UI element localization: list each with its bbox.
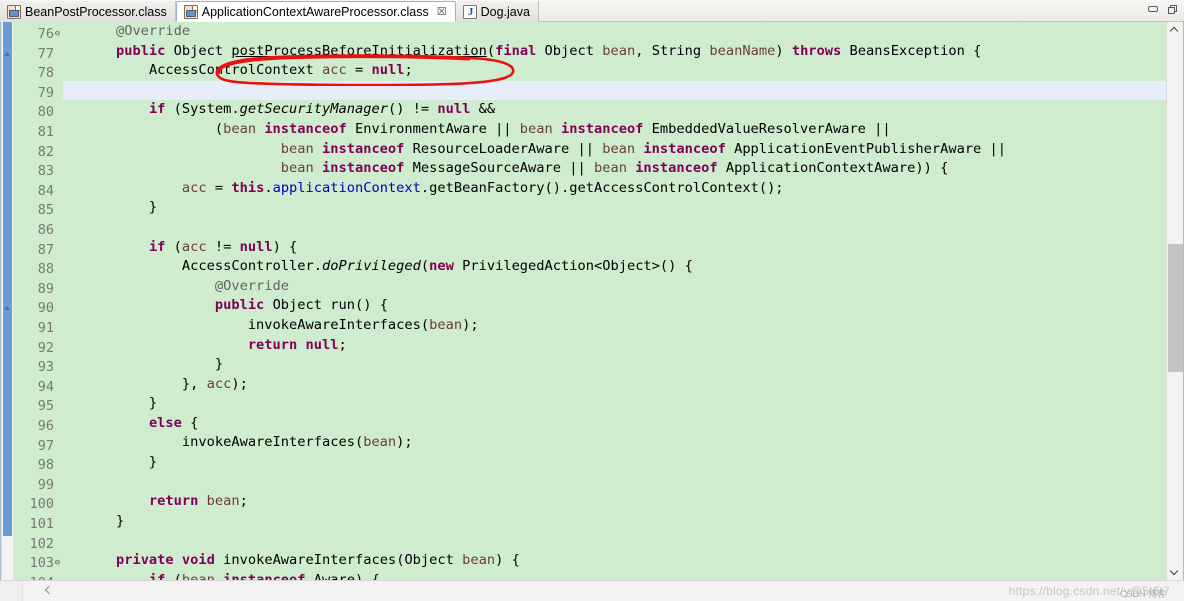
editor-tab-3[interactable]: Dog.java: [455, 1, 539, 22]
editor-tab-label: Dog.java: [480, 4, 530, 19]
line-number: 101: [29, 516, 54, 532]
change-bar: [3, 22, 12, 536]
java-class-icon: [7, 4, 21, 19]
line-number: 83: [37, 163, 54, 180]
java-class-icon: [183, 4, 198, 19]
watermark-brand: CSDN 博客: [1119, 589, 1166, 599]
java-source-icon: [462, 4, 478, 19]
scroll-left-icon[interactable]: [40, 583, 56, 599]
code-line[interactable]: if (System.getSecurityManager() != null …: [63, 100, 1183, 120]
line-number: 96: [37, 418, 54, 434]
code-line[interactable]: else {: [63, 414, 1183, 434]
code-line[interactable]: if (bean instanceof Aware) {: [63, 571, 1183, 580]
line-number: 92: [37, 339, 54, 356]
editor-tab-label: ApplicationContextAwareProcessor.class: [201, 4, 429, 19]
tab-close-icon[interactable]: ☒: [437, 5, 447, 18]
line-number: 100: [29, 496, 54, 513]
line-number: 78: [37, 65, 54, 82]
code-line[interactable]: bean instanceof ResourceLoaderAware || b…: [63, 140, 1183, 160]
line-number: 93: [37, 359, 54, 376]
scroll-down-icon[interactable]: [1167, 563, 1183, 580]
code-line[interactable]: AccessController.doPrivileged(new Privil…: [63, 257, 1183, 277]
code-line[interactable]: [63, 80, 1183, 101]
editor-tab-1[interactable]: BeanPostProcessor.class: [0, 1, 176, 22]
line-number: 99: [37, 476, 54, 493]
editor-tab-2[interactable]: ApplicationContextAwareProcessor.class ☒: [175, 1, 456, 22]
code-line[interactable]: [63, 473, 1183, 493]
restore-icon[interactable]: [1166, 2, 1181, 16]
line-number: 77: [37, 45, 54, 62]
line-number: 90: [37, 300, 54, 317]
fold-toggle-icon[interactable]: ⊖: [54, 554, 61, 574]
change-marker-icon: [3, 50, 12, 59]
line-number: 89: [37, 280, 54, 297]
change-marker-icon: [3, 304, 12, 313]
line-number: 98: [37, 457, 54, 474]
code-line[interactable]: @Override: [63, 277, 1183, 297]
code-line[interactable]: return null;: [63, 336, 1183, 356]
window-controls: [1146, 2, 1181, 16]
vertical-scrollbar[interactable]: [1166, 22, 1183, 580]
minimize-icon[interactable]: [1146, 2, 1161, 16]
code-line[interactable]: private void invokeAwareInterfaces(Objec…: [63, 551, 1183, 571]
code-text-area[interactable]: @Override public Object postProcessBefor…: [63, 22, 1183, 580]
line-number: 87: [37, 241, 54, 258]
line-number: 76: [37, 26, 54, 42]
line-number: 85: [37, 202, 54, 219]
code-line[interactable]: public Object run() {: [63, 296, 1183, 316]
line-number: 88: [37, 261, 54, 278]
horizontal-scrollbar[interactable]: https://blog.csdn.net/y@5t6t7 CSDN 博客: [0, 580, 1184, 601]
code-line[interactable]: bean instanceof MessageSourceAware || be…: [63, 159, 1183, 179]
eclipse-editor-window: BeanPostProcessor.class ApplicationContex…: [0, 0, 1184, 601]
code-editor[interactable]: 76 ⊖ 77 78 79 80 81 82 83 84 85 86 87 88 89 90 91 92 93 94 9…: [0, 22, 1184, 580]
gutter-separator: [61, 22, 62, 580]
line-number: 91: [37, 320, 54, 336]
code-line[interactable]: [63, 218, 1183, 238]
line-number: 94: [37, 378, 54, 395]
editor-tabs: BeanPostProcessor.class ApplicationContex…: [0, 0, 539, 22]
vertical-scroll-track[interactable]: [1167, 39, 1183, 563]
line-number: 81: [37, 124, 54, 140]
code-line[interactable]: (bean instanceof EnvironmentAware || bea…: [63, 120, 1183, 140]
line-number: 86: [37, 222, 54, 238]
code-line[interactable]: acc = this.applicationContext.getBeanFac…: [63, 179, 1183, 199]
line-number: 103: [29, 555, 54, 572]
editor-tab-bar: BeanPostProcessor.class ApplicationContex…: [0, 0, 1184, 22]
code-line[interactable]: }: [63, 198, 1183, 218]
fold-toggle-icon[interactable]: ⊖: [54, 25, 61, 45]
horizontal-scroll-corner: [0, 581, 23, 601]
code-line[interactable]: public Object postProcessBeforeInitializ…: [63, 42, 1183, 62]
line-number: 82: [37, 143, 54, 160]
code-line[interactable]: }: [63, 453, 1183, 473]
code-line[interactable]: }: [63, 394, 1183, 414]
code-line[interactable]: }, acc);: [63, 375, 1183, 395]
code-line[interactable]: @Override: [63, 22, 1183, 42]
code-line[interactable]: }: [63, 355, 1183, 375]
code-line[interactable]: invokeAwareInterfaces(bean);: [63, 433, 1183, 453]
code-line[interactable]: if (acc != null) {: [63, 238, 1183, 258]
code-line[interactable]: AccessControlContext acc = null;: [63, 61, 1183, 81]
line-number-gutter[interactable]: 76 ⊖ 77 78 79 80 81 82 83 84 85 86 87 88 89 90 91 92 93 94 9…: [13, 22, 61, 580]
editor-tab-label: BeanPostProcessor.class: [25, 4, 167, 19]
line-number: 102: [29, 535, 54, 552]
line-number: 97: [37, 437, 54, 454]
scroll-up-icon[interactable]: [1167, 22, 1183, 39]
line-number: 84: [37, 182, 54, 199]
code-line[interactable]: }: [63, 512, 1183, 532]
code-line[interactable]: return bean;: [63, 492, 1183, 512]
vertical-scroll-thumb[interactable]: [1168, 244, 1183, 372]
line-number: 79: [37, 84, 54, 101]
line-number: 80: [37, 104, 54, 121]
line-number: 95: [37, 398, 54, 415]
code-line[interactable]: invokeAwareInterfaces(bean);: [63, 316, 1183, 336]
code-line[interactable]: [63, 531, 1183, 551]
